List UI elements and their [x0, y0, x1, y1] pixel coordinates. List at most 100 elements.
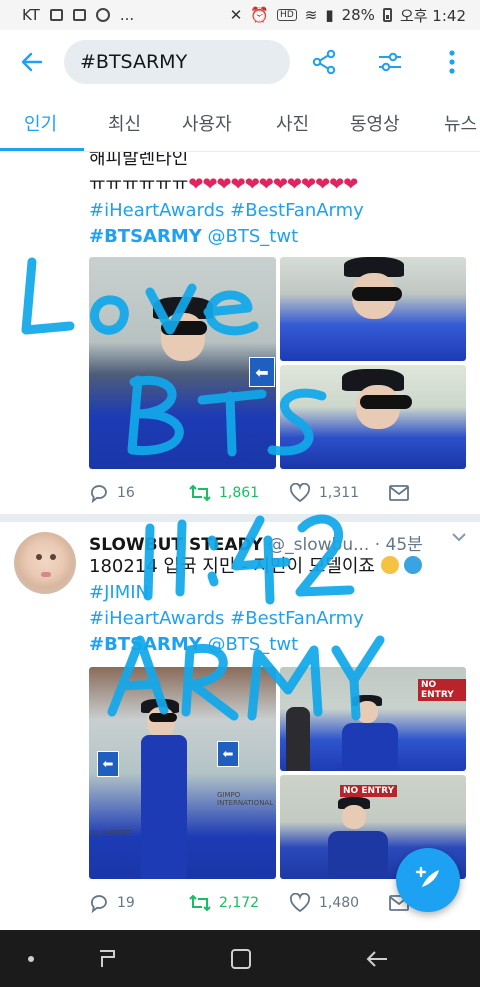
photo-sunglasses	[352, 287, 402, 301]
retweet-button[interactable]: 2,172	[189, 890, 259, 916]
tab-top[interactable]: 인기	[24, 110, 57, 136]
reply-count: 16	[117, 485, 135, 501]
avatar[interactable]	[14, 532, 76, 594]
search-tabs: 인기 최신 사용자 사진 동영상 뉴스	[0, 94, 480, 152]
tab-people[interactable]: 사용자	[182, 110, 232, 136]
app-notification-icon	[95, 8, 110, 22]
hashtag-jimin[interactable]: #JIMIN	[89, 580, 149, 606]
photo-face	[356, 701, 378, 723]
tweet-2-actions: 19 2,172 1,480	[89, 890, 449, 916]
heart-icon	[289, 893, 311, 913]
reply-icon	[91, 485, 107, 503]
filter-button[interactable]	[372, 44, 408, 80]
retweet-icon	[189, 894, 211, 912]
mute-icon: ✕	[229, 6, 243, 24]
recent-apps-icon	[100, 950, 115, 967]
exit-sign: ⬅	[97, 751, 119, 777]
home-button[interactable]	[216, 940, 266, 978]
photo-face	[342, 805, 366, 829]
hashtag-iheartawards[interactable]: #iHeartAwards	[89, 200, 224, 221]
overflow-menu-button[interactable]	[434, 44, 470, 80]
tweet-1-photo-1[interactable]: ⬅	[89, 257, 276, 469]
hashtag-btsarmy[interactable]: #BTSARMY	[89, 634, 202, 655]
no-entry-sign: NO ENTRY	[418, 679, 466, 701]
signal-icon: ▮	[325, 6, 334, 24]
system-navigation-bar	[0, 930, 480, 987]
search-input[interactable]: #BTSARMY	[64, 40, 290, 84]
tab-latest[interactable]: 최신	[108, 110, 141, 136]
search-header: #BTSARMY	[0, 30, 480, 94]
hashtag-bestfanarmy[interactable]: #BestFanArmy	[230, 200, 364, 221]
hd-icon: HD	[277, 9, 297, 21]
tweet-1-tags-2: #BTSARMY @BTS_twt	[89, 224, 298, 250]
tweet-1-photo-3[interactable]	[280, 365, 466, 469]
like-count: 1,311	[319, 485, 360, 501]
compose-tweet-button[interactable]	[396, 848, 460, 912]
avatar-eye	[50, 554, 56, 560]
system-back-button[interactable]	[352, 940, 402, 978]
envelope-icon	[389, 485, 409, 501]
tweet-1-photo-2[interactable]	[280, 257, 466, 361]
share-icon	[312, 49, 336, 75]
reply-icon	[91, 895, 107, 913]
tweet-divider	[0, 514, 480, 522]
like-button[interactable]: 1,480	[289, 890, 359, 916]
photo-sunglasses	[360, 395, 412, 409]
reply-button[interactable]: 19	[89, 890, 135, 916]
more-vertical-icon	[449, 50, 455, 74]
chevron-down-icon	[452, 533, 466, 542]
tweet-2-header: SLOWBUT STEADY @_slowbu... · 45분	[89, 530, 423, 555]
back-button[interactable]	[0, 30, 64, 94]
photo-person	[286, 707, 310, 771]
hashtag-iheartawards[interactable]: #iHeartAwards	[89, 608, 224, 629]
like-button[interactable]: 1,311	[289, 480, 359, 506]
back-arrow-icon	[21, 52, 43, 72]
retweet-button[interactable]: 1,861	[189, 480, 259, 506]
tweet-menu-button[interactable]	[452, 530, 466, 546]
battery-icon	[382, 8, 392, 22]
share-button[interactable]	[306, 44, 342, 80]
like-count: 1,480	[319, 895, 360, 911]
no-entry-sign: NO ENTRY	[340, 785, 398, 797]
tweet-feed[interactable]: 해피발렌타인 ㅠㅠㅠㅠㅠㅠ❤❤❤❤❤❤❤❤❤❤❤❤ #iHeartAwards …	[0, 152, 480, 930]
clock: 오후 1:42	[399, 6, 466, 25]
tab-videos[interactable]: 동영상	[350, 110, 400, 136]
tweet-time: · 45분	[374, 535, 423, 555]
exit-sign: ⬅	[217, 741, 239, 767]
photo-coat	[342, 723, 398, 771]
avatar-mouth	[41, 572, 51, 577]
photo-sunglasses	[161, 321, 207, 335]
battery-level: 28%	[341, 6, 375, 24]
reply-button[interactable]: 16	[89, 480, 135, 506]
active-tab-indicator	[0, 148, 84, 151]
author-name[interactable]: SLOWBUT STEADY	[89, 535, 263, 555]
retweet-icon	[189, 484, 211, 502]
tweet-2-body: 180214 입국 지민 - 지민이 모델이죠	[89, 556, 375, 577]
tweet-2-text: 180214 입국 지민 - 지민이 모델이죠	[89, 554, 423, 580]
image-notification-icon	[72, 9, 86, 21]
tab-photos[interactable]: 사진	[276, 110, 309, 136]
author-handle[interactable]: @_slowbu...	[268, 535, 369, 555]
tweet-2-photo-1[interactable]: ⬅ ⬅ AL AIRPORT GIMPO INTERNATIONAL	[89, 667, 276, 879]
tweet-2-photo-2[interactable]: NO ENTRY	[280, 667, 466, 771]
tweet-1-line-2: ㅠㅠㅠㅠㅠㅠ❤❤❤❤❤❤❤❤❤❤❤❤	[89, 172, 358, 198]
hashtag-bestfanarmy[interactable]: #BestFanArmy	[230, 608, 364, 629]
photo-coat	[328, 831, 388, 879]
mention-bts[interactable]: @BTS_twt	[208, 634, 299, 655]
airport-sign-left: AL AIRPORT	[91, 829, 132, 837]
reply-count: 19	[117, 895, 135, 911]
hashtag-btsarmy[interactable]: #BTSARMY	[89, 226, 202, 247]
mention-bts[interactable]: @BTS_twt	[208, 226, 299, 247]
heart-icon	[289, 483, 311, 503]
thinking-emoji-icon	[380, 556, 399, 574]
tweet-1-actions: 16 1,861 1,311	[89, 480, 449, 506]
alarm-icon: ⏰	[250, 6, 270, 24]
tab-news[interactable]: 뉴스	[444, 110, 477, 136]
avatar-eye	[36, 554, 42, 560]
tweet-2-hashtags: #iHeartAwards #BestFanArmy	[89, 606, 364, 632]
nav-dot-button[interactable]	[6, 940, 56, 978]
share-dm-button[interactable]	[389, 480, 409, 506]
tweet-1-crying: ㅠㅠㅠㅠㅠㅠ	[89, 174, 189, 195]
more-notifications: ...	[119, 6, 135, 24]
recent-apps-button[interactable]	[82, 940, 132, 978]
